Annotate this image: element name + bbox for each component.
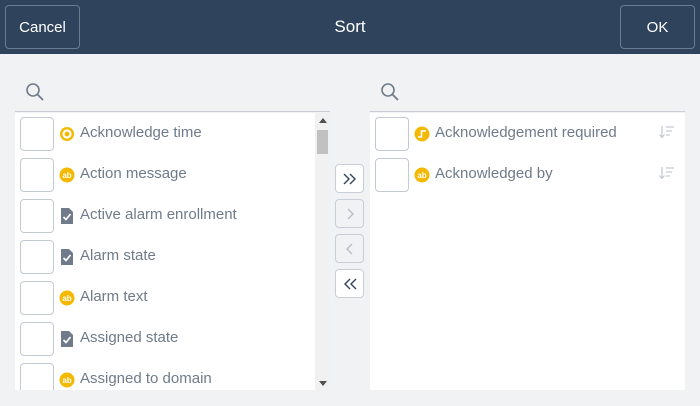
- sorted-fields-search: [370, 72, 685, 112]
- list-item[interactable]: ab Assigned to domain: [15, 359, 315, 390]
- sorted-fields-list: Acknowledgement required ab Acknowledged…: [370, 113, 685, 390]
- move-all-left-button[interactable]: [335, 269, 364, 298]
- text-icon: ab: [59, 290, 75, 306]
- sort-descending-icon[interactable]: [659, 166, 675, 180]
- item-checkbox[interactable]: [20, 158, 54, 192]
- sorted-fields-search-input[interactable]: [406, 78, 676, 104]
- text-icon: ab: [59, 167, 75, 183]
- item-checkbox[interactable]: [20, 199, 54, 233]
- search-icon: [381, 83, 399, 101]
- available-fields-scrollbar[interactable]: [315, 113, 330, 390]
- list-item[interactable]: Active alarm enrollment: [15, 195, 315, 236]
- list-item[interactable]: Alarm state: [15, 236, 315, 277]
- checked-document-icon: [61, 249, 73, 265]
- ok-button[interactable]: OK: [620, 5, 695, 49]
- available-fields-search-input[interactable]: [51, 78, 321, 104]
- search-icon: [26, 83, 44, 101]
- list-item-label: Assigned state: [80, 329, 179, 346]
- dialog-title: Sort: [334, 17, 366, 36]
- svg-text:ab: ab: [62, 376, 71, 385]
- svg-text:ab: ab: [62, 171, 71, 180]
- list-item[interactable]: ab Alarm text: [15, 277, 315, 318]
- list-item-label: Alarm state: [80, 247, 156, 264]
- item-checkbox[interactable]: [20, 281, 54, 315]
- time-icon: [60, 127, 74, 141]
- list-item-label: Alarm text: [80, 288, 148, 305]
- chevron-right-icon: [347, 208, 354, 219]
- list-item[interactable]: ab Acknowledged by: [370, 154, 685, 195]
- checked-document-icon: [61, 331, 73, 347]
- text-icon: ab: [59, 372, 75, 388]
- item-checkbox[interactable]: [20, 240, 54, 274]
- list-item[interactable]: Acknowledge time: [15, 113, 315, 154]
- list-item-label: Acknowledge time: [80, 124, 202, 141]
- cancel-button[interactable]: Cancel: [5, 5, 80, 49]
- double-chevron-right-icon: [343, 173, 356, 184]
- dialog-header: Cancel Sort OK: [0, 0, 700, 54]
- item-checkbox[interactable]: [375, 158, 409, 192]
- sort-descending-icon[interactable]: [659, 125, 675, 139]
- item-checkbox[interactable]: [375, 117, 409, 151]
- move-all-right-button[interactable]: [335, 164, 364, 193]
- list-item-label: Acknowledgement required: [435, 124, 617, 141]
- boolean-icon: [414, 126, 430, 142]
- item-checkbox[interactable]: [20, 117, 54, 151]
- item-checkbox[interactable]: [20, 322, 54, 356]
- move-right-button[interactable]: [335, 199, 364, 228]
- available-fields-search: [15, 72, 330, 112]
- list-item-label: Assigned to domain: [80, 370, 212, 387]
- list-item-label: Action message: [80, 165, 187, 182]
- text-icon: ab: [414, 167, 430, 183]
- list-item-label: Acknowledged by: [435, 165, 553, 182]
- double-chevron-left-icon: [343, 278, 356, 289]
- list-item-label: Active alarm enrollment: [80, 206, 237, 223]
- scroll-down-icon[interactable]: [315, 376, 330, 390]
- svg-text:ab: ab: [62, 294, 71, 303]
- svg-text:ab: ab: [417, 171, 426, 180]
- move-left-button[interactable]: [335, 234, 364, 263]
- item-checkbox[interactable]: [20, 363, 54, 390]
- available-fields-list: Acknowledge time ab Action message Activ…: [15, 113, 315, 390]
- list-item[interactable]: Assigned state: [15, 318, 315, 359]
- chevron-left-icon: [345, 243, 352, 254]
- scroll-up-icon[interactable]: [315, 113, 330, 127]
- list-item[interactable]: Acknowledgement required: [370, 113, 685, 154]
- checked-document-icon: [61, 208, 73, 224]
- scrollbar-thumb[interactable]: [317, 130, 328, 154]
- list-item[interactable]: ab Action message: [15, 154, 315, 195]
